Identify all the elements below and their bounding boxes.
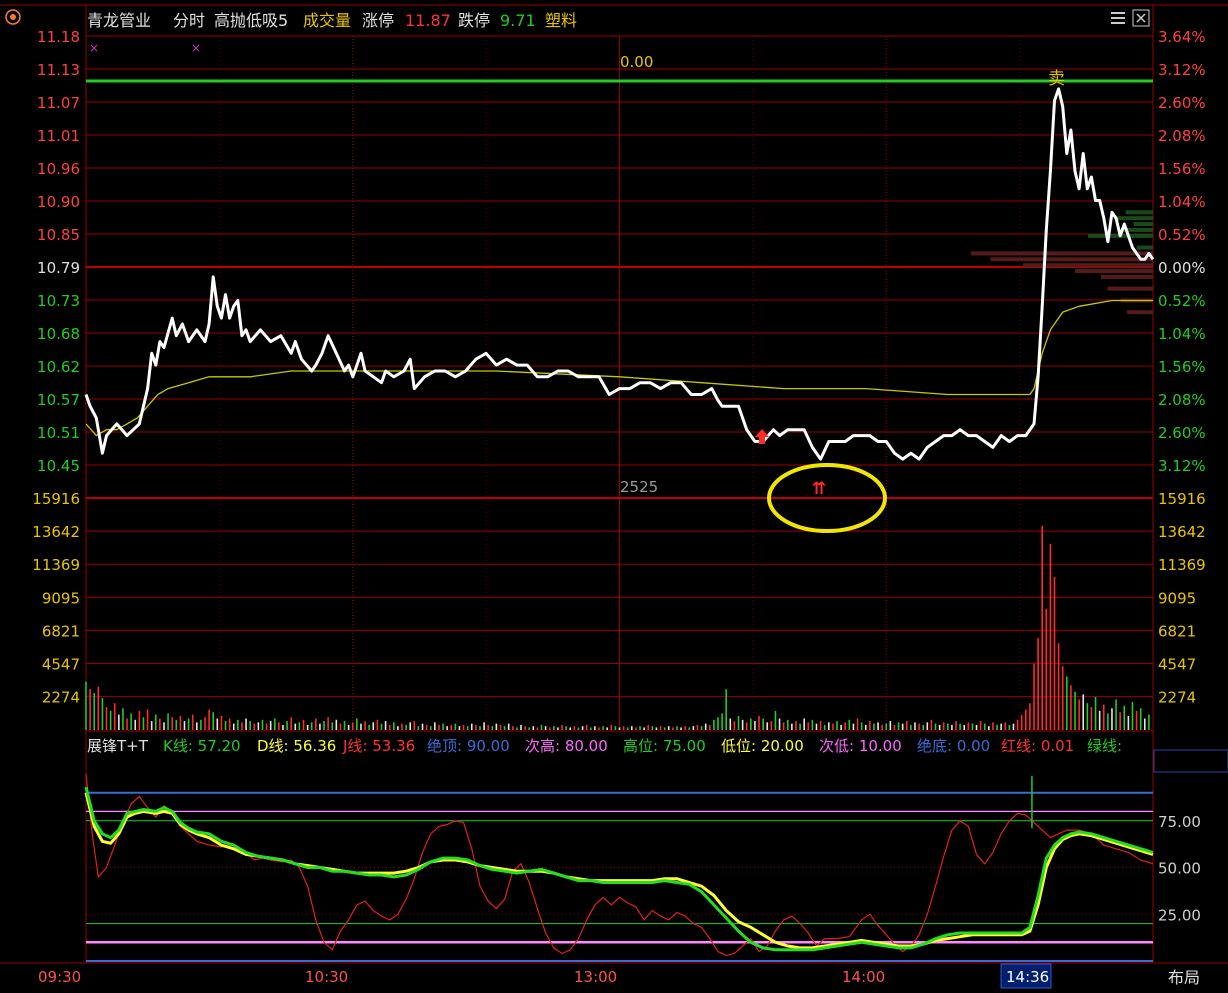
volume-tick-label: 6821	[42, 622, 80, 640]
oscillator-legend-item: 次低: 10.00	[819, 737, 902, 755]
oscillator-legend-item: 绿线:	[1087, 737, 1122, 755]
oscillator-title: 展锋T+T	[87, 737, 149, 755]
percent-tick-label: 1.56%	[1158, 358, 1206, 376]
price-tick-label: 10.73	[37, 292, 80, 310]
center-value-label: 0.00	[620, 53, 653, 71]
percent-tick-label: 2.08%	[1158, 127, 1206, 145]
oscillator-legend: K线: 57.20 D线: 56.36 J线: 53.36 绝顶: 90.00 次高: …	[163, 737, 1122, 755]
price-tick-label: 11.07	[37, 94, 80, 112]
price-tick-label: 10.79	[37, 259, 80, 277]
percent-tick-label: 3.12%	[1158, 457, 1206, 475]
chip-bar	[1127, 310, 1153, 315]
price-tick-label: 10.62	[37, 358, 80, 376]
mode-label[interactable]: 分时	[173, 11, 205, 30]
time-label-1400: 14:00	[842, 968, 885, 986]
price-tick-label: 11.18	[37, 28, 80, 46]
percent-tick-label: 0.00%	[1158, 259, 1206, 277]
volume-tick-label: 2274	[42, 689, 80, 707]
volume-tick-label: 15916	[32, 490, 80, 508]
price-tick-label: 10.51	[37, 424, 80, 442]
menu-icon[interactable]	[1111, 12, 1125, 24]
volume-tick-label-right: 6821	[1158, 622, 1196, 640]
price-tick-label: 11.13	[37, 61, 80, 79]
oscillator-legend-item: J线: 53.36	[342, 737, 415, 755]
percent-tick-label: 0.52%	[1158, 292, 1206, 310]
percent-tick-label: 2.08%	[1158, 391, 1206, 409]
percent-tick-label: 1.04%	[1158, 325, 1206, 343]
sector-label[interactable]: 塑料	[545, 11, 577, 30]
oscillator-legend-item: 红线: 0.01	[1001, 737, 1074, 755]
limit-up-value: 11.87	[405, 11, 451, 30]
oscillator-tick-label: 25.00	[1158, 906, 1201, 924]
stock-name[interactable]: 青龙管业	[87, 11, 151, 30]
chip-bar	[1107, 286, 1153, 291]
price-tick-label: 11.01	[37, 127, 80, 145]
chip-bar	[1023, 263, 1153, 268]
chip-bar	[1136, 245, 1153, 250]
price-tick-label: 10.57	[37, 391, 80, 409]
oscillator-legend-item: 次高: 80.00	[525, 737, 608, 755]
percent-tick-label: 2.60%	[1158, 94, 1206, 112]
oscillator-legend-item: 绝底: 0.00	[917, 737, 990, 755]
oscillator-tick-label: 75.00	[1158, 813, 1201, 831]
limit-down-label: 跌停	[458, 11, 490, 30]
oscillator-legend-item: 高位: 75.00	[623, 737, 706, 755]
volume-tick-label-right: 9095	[1158, 589, 1196, 607]
price-tick-label: 10.85	[37, 226, 80, 244]
oscillator-legend-item: K线: 57.20	[163, 737, 241, 755]
price-tick-label: 10.90	[37, 193, 80, 211]
oscillator-legend-item: 低位: 20.00	[721, 737, 804, 755]
volume-tick-label-right: 2274	[1158, 689, 1196, 707]
limit-up-label: 涨停	[362, 11, 394, 30]
marker-x-2: ×	[191, 41, 201, 55]
volume-tick-label-right: 4547	[1158, 656, 1196, 674]
limit-down-value: 9.71	[500, 11, 536, 30]
marker-x-1: ×	[89, 41, 99, 55]
chip-bar	[1101, 274, 1153, 279]
sell-signal-label: 卖	[1048, 69, 1065, 89]
volume-tick-label-right: 15916	[1158, 490, 1206, 508]
double-buy-arrow-icon: ⇈	[812, 479, 826, 499]
time-label-0930: 09:30	[38, 968, 81, 986]
chip-bar	[1075, 269, 1153, 274]
price-tick-label: 10.45	[37, 457, 80, 475]
cursor-time-label: 14:36	[1006, 968, 1049, 986]
chip-bar	[1125, 210, 1153, 215]
chip-bar	[971, 251, 1153, 256]
target-icon-dot	[10, 14, 16, 20]
percent-tick-label: 0.52%	[1158, 226, 1206, 244]
volume-tick-label-right: 11369	[1158, 556, 1206, 574]
oscillator-cursor-box	[1153, 749, 1228, 773]
volume-tick-label: 4547	[42, 656, 80, 674]
chip-bar	[1133, 222, 1153, 227]
intraday-chart[interactable]: 11.18 11.13 11.07 11.01 10.96 10.90 10.85 10.79…	[0, 0, 1228, 993]
percent-tick-label: 2.60%	[1158, 424, 1206, 442]
indicator-label[interactable]: 高抛低吸5	[214, 11, 288, 30]
chip-bar	[990, 257, 1153, 262]
chart-background	[0, 0, 1228, 993]
percent-tick-label: 1.56%	[1158, 160, 1206, 178]
time-label-1030: 10:30	[305, 968, 348, 986]
oscillator-legend-item: 绝顶: 90.00	[427, 737, 510, 755]
volume-marker-label: 2525	[620, 478, 658, 496]
percent-tick-label: 1.04%	[1158, 193, 1206, 211]
volume-label[interactable]: 成交量	[303, 11, 351, 30]
volume-tick-label: 13642	[32, 523, 80, 541]
volume-tick-label: 9095	[42, 589, 80, 607]
price-tick-label: 10.68	[37, 325, 80, 343]
percent-tick-label: 3.12%	[1158, 61, 1206, 79]
volume-tick-label: 11369	[32, 556, 80, 574]
percent-tick-label: 3.64%	[1158, 28, 1206, 46]
time-label-1300: 13:00	[574, 968, 617, 986]
volume-tick-label-right: 13642	[1158, 523, 1206, 541]
oscillator-tick-label: 50.00	[1158, 860, 1201, 878]
oscillator-legend-item: D线: 56.36	[257, 737, 336, 755]
chip-bar	[1114, 216, 1153, 221]
price-tick-label: 10.96	[37, 160, 80, 178]
layout-button[interactable]: 布局	[1168, 968, 1200, 987]
